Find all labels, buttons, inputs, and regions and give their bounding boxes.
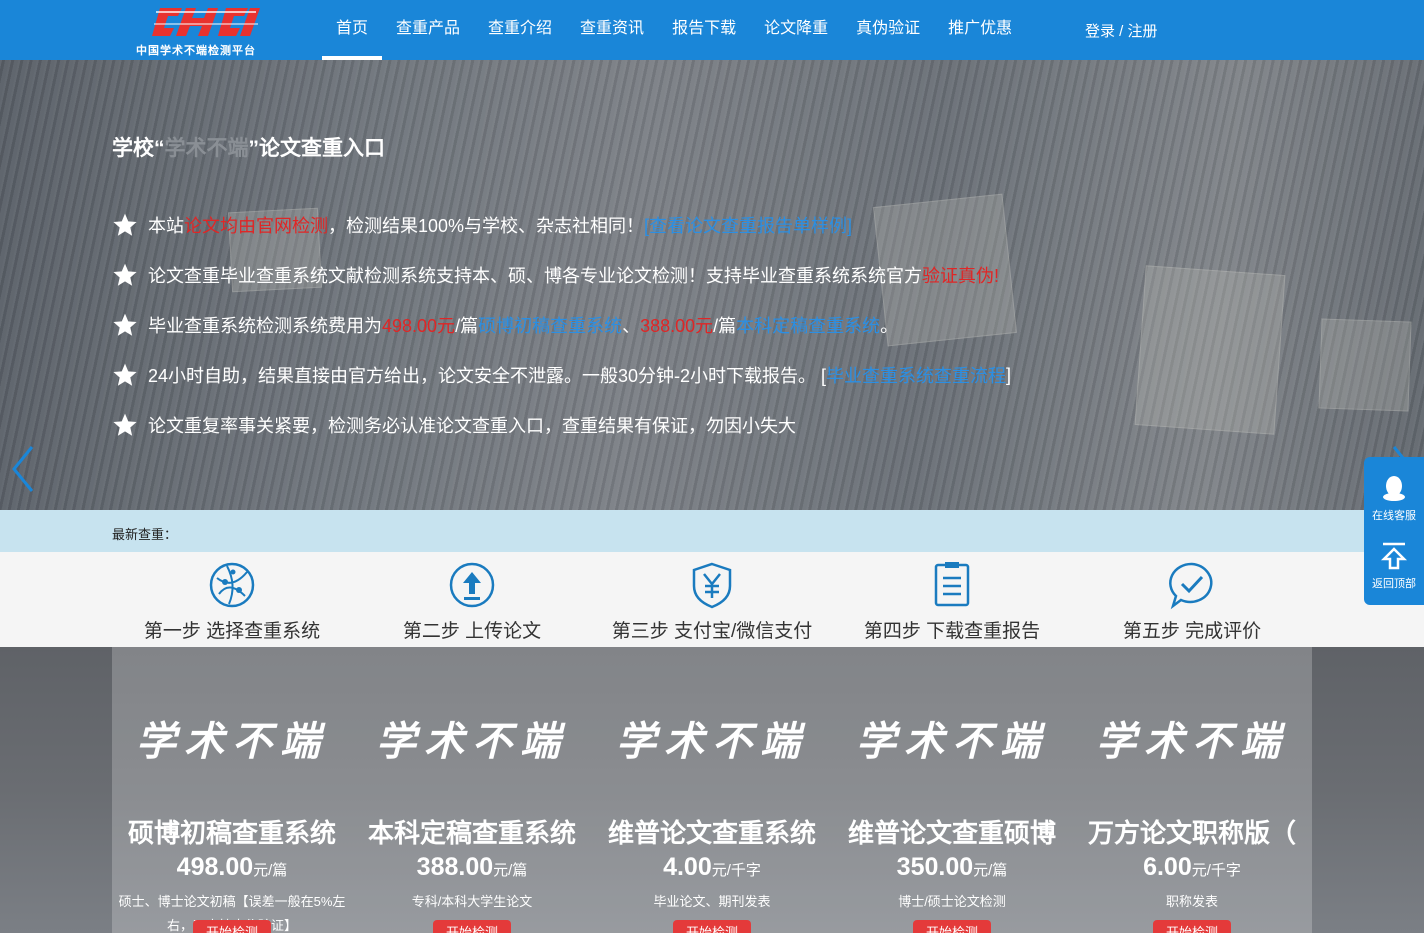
latest-checks-bar: 最新查重： (0, 510, 1424, 552)
feature-item: 本站 论文均由官网检测 ，检测结果100%与学校、杂志社相同！ [查看论文查重报告单… (112, 200, 1292, 250)
card-logo-text: 学术不端 (1096, 718, 1288, 765)
feature-item: 论文查重毕业查重系统文献检测系统支持本、硕、博各专业论文检测！支持毕业查重系统系… (112, 250, 1292, 300)
master-doctor-system-link[interactable]: 硕博初稿查重系统 (478, 312, 622, 338)
yuan-shield-icon (692, 562, 732, 609)
star-icon (113, 363, 137, 386)
nav-verify[interactable]: 真伪验证 (842, 0, 934, 60)
report-sample-link[interactable]: [查看论文查重报告单样例] (644, 212, 852, 238)
start-check-button[interactable]: 开始检测 (673, 920, 751, 933)
back-to-top-button[interactable]: 返回顶部 (1364, 541, 1424, 591)
step-item: 第二步 上传论文 (352, 560, 592, 643)
product-card[interactable]: 学术不端 维普论文查重硕博 350.00元/篇 博士/硕士论文检测 开始检测 (832, 647, 1072, 933)
start-check-button[interactable]: 开始检测 (433, 920, 511, 933)
product-desc: 博士/硕士论文检测 (898, 894, 1006, 909)
logo-subtitle: 中国学术不端检测平台 (136, 45, 256, 57)
product-name: 万方论文职称版（ (1087, 818, 1296, 848)
feature-list: 本站 论文均由官网检测 ，检测结果100%与学校、杂志社相同！ [查看论文查重报告单… (112, 200, 1292, 450)
online-service-button[interactable]: 在线客服 (1364, 473, 1424, 523)
start-check-button[interactable]: 开始检测 (913, 920, 991, 933)
product-price: 498.00元/篇 (176, 853, 288, 881)
product-card[interactable]: 学术不端 硕博初稿查重系统 498.00元/篇 硕士、博士论文初稿【误差一般在5… (112, 647, 352, 933)
process-steps: 第一步 选择查重系统 第二步 上传论文 第三步 支付宝/微信支付 第四步 下载查… (0, 552, 1424, 647)
nav-products[interactable]: 查重产品 (382, 0, 474, 60)
card-logo-text: 学术不端 (376, 718, 568, 765)
feature-item: 毕业查重系统检测系统费用为 498.00元/篇 硕博初稿查重系统、 388.00元… (112, 300, 1292, 350)
nav-news[interactable]: 查重资讯 (566, 0, 658, 60)
step-item: 第五步 完成评价 (1072, 560, 1312, 643)
chci-logo-icon (152, 8, 260, 36)
product-desc: 专科/本科大学生论文 (411, 894, 533, 909)
back-to-top-icon (1380, 542, 1408, 570)
carousel-prev-arrow-icon[interactable] (10, 445, 36, 493)
star-icon (113, 213, 137, 236)
product-price: 4.00元/千字 (663, 853, 761, 881)
product-card[interactable]: 学术不端 本科定稿查重系统 388.00元/篇 专科/本科大学生论文 开始检测 (352, 647, 592, 933)
globe-icon (209, 562, 255, 608)
side-float-panel: 在线客服 返回顶部 (1364, 457, 1424, 605)
product-card[interactable]: 学术不端 万方论文职称版（ 6.00元/千字 职称发表 开始检测 (1072, 647, 1312, 933)
feature-item: 论文重复率事关紧要，检测务必认准论文查重入口，查重结果有保证，勿因小失大 (112, 400, 1292, 450)
star-icon (113, 263, 137, 286)
verify-authenticity-link[interactable]: 验证真伪! (922, 262, 999, 288)
product-card[interactable]: 学术不端 维普论文查重系统 4.00元/千字 毕业论文、期刊发表 开始检测 (592, 647, 832, 933)
report-icon (934, 562, 970, 607)
card-logo-text: 学术不端 (616, 718, 808, 765)
start-check-button[interactable]: 开始检测 (193, 920, 271, 933)
official-detect-link[interactable]: 论文均由官网检测 (184, 212, 328, 238)
top-header: 中国学术不端检测平台 首页 查重产品 查重介绍 查重资讯 报告下载 论文降重 真… (0, 0, 1424, 60)
card-logo-text: 学术不端 (856, 718, 1048, 765)
nav-promo[interactable]: 推广优惠 (934, 0, 1026, 60)
login-register-link[interactable]: 登录 / 注册 (1085, 20, 1158, 41)
nav-report-download[interactable]: 报告下载 (658, 0, 750, 60)
product-section: 学术不端 硕博初稿查重系统 498.00元/篇 硕士、博士论文初稿【误差一般在5… (0, 647, 1424, 933)
product-price: 6.00元/千字 (1143, 853, 1241, 881)
step-item: 第四步 下载查重报告 (832, 560, 1072, 643)
star-icon (113, 413, 137, 436)
feature-item: 24小时自助，结果直接由官方给出，论文安全不泄露。一般30分钟-2小时下载报告。… (112, 350, 1292, 400)
product-name: 硕博初稿查重系统 (127, 818, 336, 848)
step-label: 第四步 下载查重报告 (863, 621, 1041, 642)
product-name: 本科定稿查重系统 (367, 818, 576, 848)
product-price: 388.00元/篇 (416, 853, 528, 881)
step-label: 第五步 完成评价 (1122, 621, 1262, 642)
product-name: 维普论文查重系统 (607, 818, 816, 848)
nav-intro[interactable]: 查重介绍 (474, 0, 566, 60)
banner-decor (1318, 318, 1412, 412)
upload-icon (449, 562, 495, 608)
undergrad-system-link[interactable]: 本科定稿查重系统 (736, 312, 880, 338)
step-item: 第一步 选择查重系统 (112, 560, 352, 643)
product-price: 350.00元/篇 (896, 853, 1008, 881)
nav-home[interactable]: 首页 (322, 0, 383, 60)
banner-title: 学校“学术不端”论文查重入口 (112, 137, 385, 160)
step-item: 第三步 支付宝/微信支付 (592, 560, 832, 643)
product-desc: 毕业论文、期刊发表 (653, 894, 771, 909)
step-label: 第一步 选择查重系统 (143, 621, 321, 642)
card-logo-text: 学术不端 (136, 718, 328, 765)
online-service-label: 在线客服 (1372, 510, 1416, 522)
star-icon (113, 313, 137, 336)
site-logo[interactable]: 中国学术不端检测平台 (136, 4, 281, 57)
latest-checks-label: 最新查重： (112, 527, 178, 542)
step-label: 第二步 上传论文 (402, 621, 542, 642)
check-process-link[interactable]: 毕业查重系统查重流程 (826, 362, 1006, 388)
main-nav: 首页 查重产品 查重介绍 查重资讯 报告下载 论文降重 真伪验证 推广优惠 (322, 0, 1026, 60)
product-desc: 职称发表 (1165, 894, 1218, 909)
qq-penguin-icon (1383, 476, 1405, 501)
step-label: 第三步 支付宝/微信支付 (611, 621, 813, 642)
nav-reduce[interactable]: 论文降重 (750, 0, 842, 60)
start-check-button[interactable]: 开始检测 (1153, 920, 1231, 933)
check-chat-icon (1169, 562, 1213, 610)
product-name: 维普论文查重硕博 (847, 818, 1056, 848)
hero-banner: 学校“学术不端”论文查重入口 本站 论文均由官网检测 ，检测结果100%与学校、杂志… (0, 60, 1424, 510)
back-to-top-label: 返回顶部 (1372, 578, 1416, 590)
